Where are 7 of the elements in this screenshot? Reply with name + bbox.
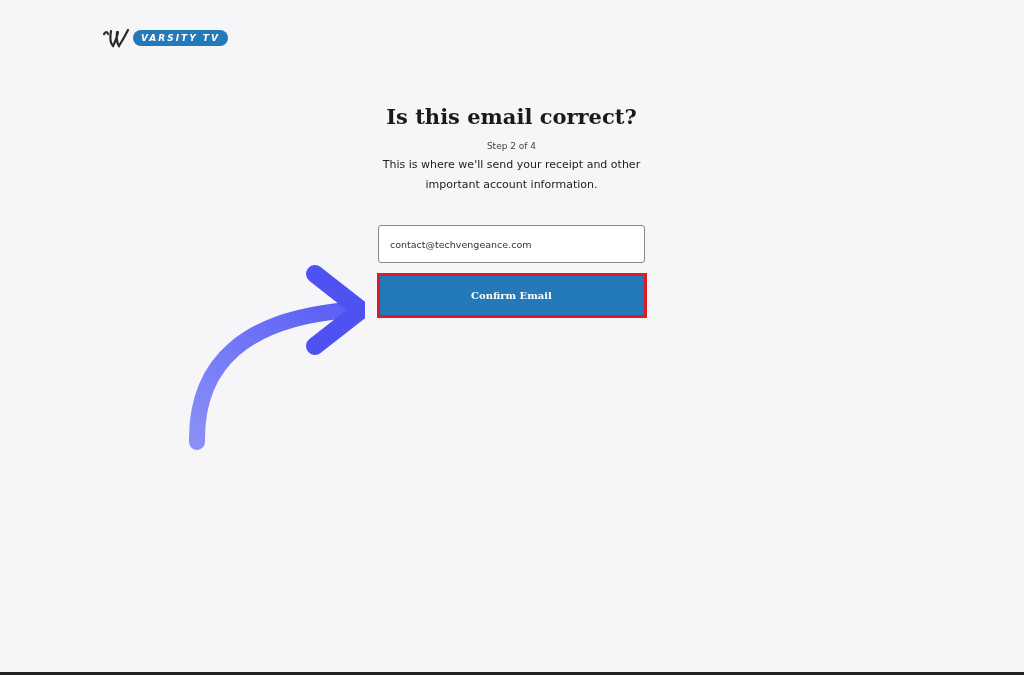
logo: VARSITY TV xyxy=(133,30,228,46)
logo-mark-icon xyxy=(102,28,130,48)
page-title: Is this email correct? xyxy=(386,104,637,129)
step-indicator: Step 2 of 4 xyxy=(486,141,537,151)
email-field[interactable]: contact@techvengeance.com xyxy=(378,225,645,263)
description-text: This is where we'll send your receipt and other important account information. xyxy=(381,157,642,193)
confirm-email-button[interactable]: Confirm Email xyxy=(376,273,647,318)
